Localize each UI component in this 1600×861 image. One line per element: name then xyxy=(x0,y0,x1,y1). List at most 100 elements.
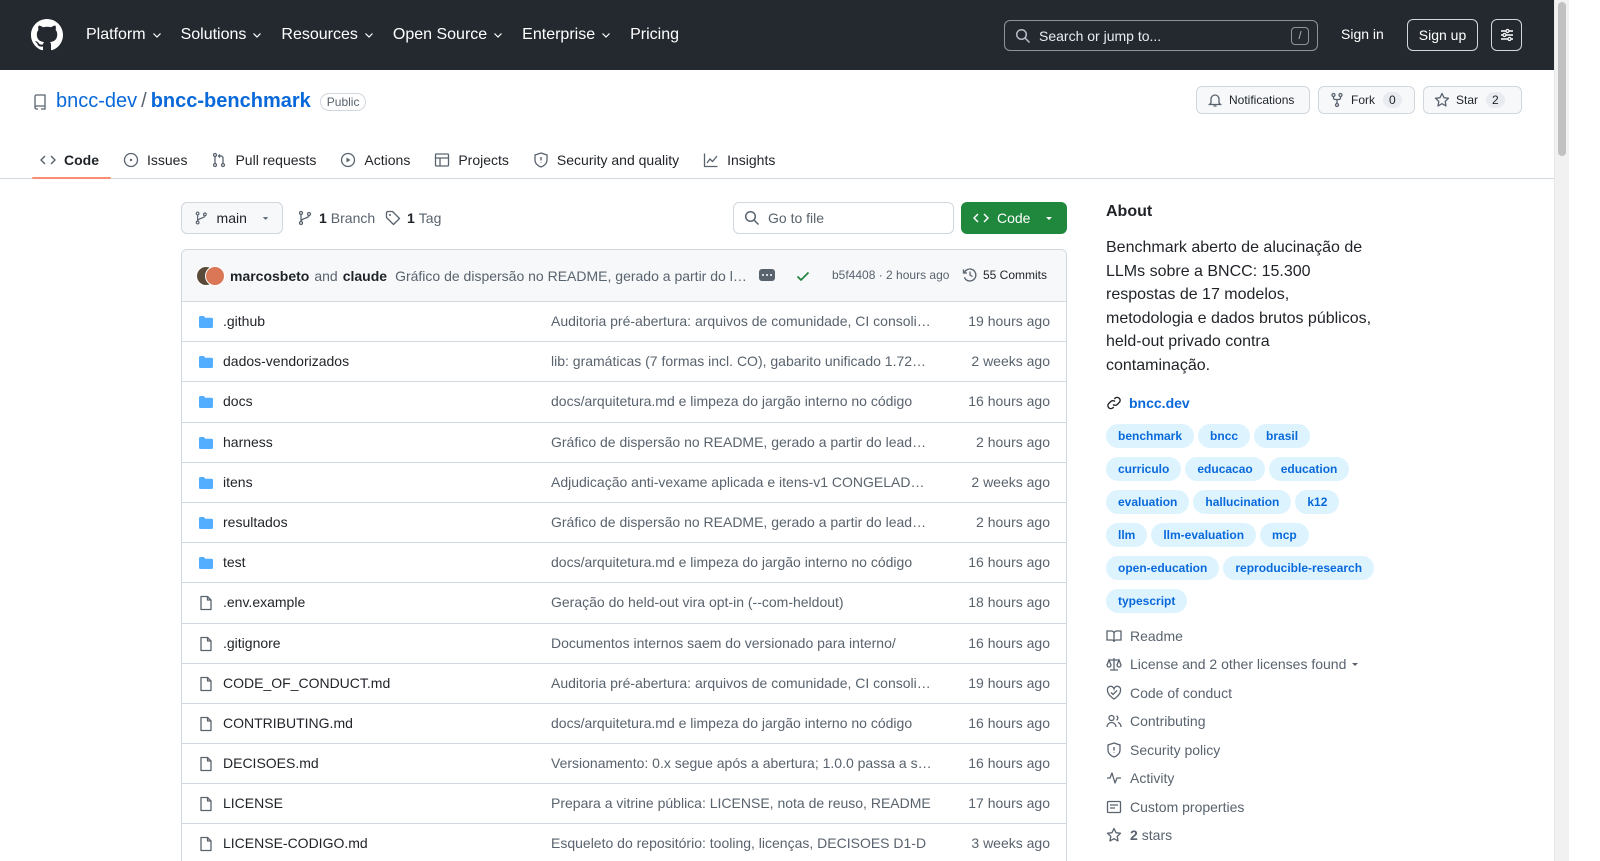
file-name-link[interactable]: harness xyxy=(223,434,273,450)
readme-link[interactable]: Readme xyxy=(1106,622,1386,651)
branch-select-button[interactable]: main xyxy=(181,202,283,234)
contributing-link[interactable]: Contributing xyxy=(1106,707,1386,736)
branches-link[interactable]: 1 Branch xyxy=(297,210,375,226)
settings-menu-button[interactable] xyxy=(1491,19,1522,51)
file-commit-message-link[interactable]: Auditoria pré-abertura: arquivos de comu… xyxy=(551,313,933,329)
tab-insights[interactable]: Insights xyxy=(695,142,787,177)
website-link[interactable]: bncc.dev xyxy=(1106,395,1386,411)
sign-up-button[interactable]: Sign up xyxy=(1407,19,1478,51)
file-commit-message-link[interactable]: docs/arquitetura.md e limpeza do jargão … xyxy=(551,554,933,570)
repo-owner-link[interactable]: bncc-dev xyxy=(56,90,137,113)
table-row[interactable]: CONTRIBUTING.md docs/arquitetura.md e lim… xyxy=(182,704,1066,745)
file-name-link[interactable]: resultados xyxy=(223,514,288,530)
topic-tag[interactable]: open-education xyxy=(1106,555,1220,580)
file-name-link[interactable]: LICENSE xyxy=(223,795,283,811)
tab-projects[interactable]: Projects xyxy=(426,142,521,177)
scrollbar-thumb[interactable] xyxy=(1558,2,1566,156)
topic-tag[interactable]: typescript xyxy=(1106,588,1188,613)
nav-resources[interactable]: Resources xyxy=(281,26,374,44)
table-row[interactable]: itens Adjudicação anti-vexame aplicada e … xyxy=(182,463,1066,503)
file-commit-message-link[interactable]: Documentos internos saem do versionado p… xyxy=(551,635,933,651)
commit-coauthor-link[interactable]: claude xyxy=(343,268,387,284)
topic-tag[interactable]: bncc xyxy=(1198,423,1251,448)
table-row[interactable]: harness Gráfico de dispersão no README, g… xyxy=(182,423,1066,463)
tab-actions[interactable]: Actions xyxy=(332,142,422,177)
nav-platform[interactable]: Platform xyxy=(86,26,163,44)
avatar[interactable] xyxy=(205,265,225,286)
file-commit-message-link[interactable]: Adjudicação anti-vexame aplicada e itens… xyxy=(551,474,933,490)
file-name-link[interactable]: DECISOES.md xyxy=(223,755,319,771)
table-row[interactable]: .github Auditoria pré-abertura: arquivos … xyxy=(182,302,1066,343)
file-name-link[interactable]: CODE_OF_CONDUCT.md xyxy=(223,675,390,691)
nav-open-source[interactable]: Open Source xyxy=(393,26,504,44)
table-row[interactable]: CODE_OF_CONDUCT.md Auditoria pré-abertura… xyxy=(182,664,1066,704)
tab-issues[interactable]: Issues xyxy=(115,142,199,177)
topic-tag[interactable]: brasil xyxy=(1254,423,1311,448)
topic-tag[interactable]: k12 xyxy=(1295,489,1340,514)
star-button[interactable]: Star 2 xyxy=(1423,86,1522,114)
table-row[interactable]: docs docs/arquitetura.md e limpeza do jar… xyxy=(182,382,1066,423)
file-name-link[interactable]: .github xyxy=(223,313,265,329)
tab-code[interactable]: Code xyxy=(32,142,111,179)
file-name-link[interactable]: CONTRIBUTING.md xyxy=(223,715,353,731)
global-search-input[interactable]: Search or jump to... / xyxy=(1004,20,1318,51)
file-commit-message-link[interactable]: Prepara a vitrine pública: LICENSE, nota… xyxy=(551,795,933,811)
topic-tag[interactable]: reproducible-research xyxy=(1223,555,1375,580)
table-row[interactable]: .gitignore Documentos internos saem do ve… xyxy=(182,624,1066,664)
check-icon[interactable] xyxy=(795,268,811,284)
expand-commit-button[interactable] xyxy=(759,269,775,281)
table-row[interactable]: LICENSE-CODIGO.md Esqueleto do repositóri… xyxy=(182,824,1066,861)
table-row[interactable]: dados-vendorizados lib: gramáticas (7 for… xyxy=(182,342,1066,383)
file-commit-message-link[interactable]: docs/arquitetura.md e limpeza do jargão … xyxy=(551,393,933,409)
file-name-link[interactable]: LICENSE-CODIGO.md xyxy=(223,835,368,851)
notifications-button[interactable]: Notifications xyxy=(1196,86,1310,114)
topic-tag[interactable]: curriculo xyxy=(1106,456,1182,481)
topic-tag[interactable]: llm-evaluation xyxy=(1151,522,1257,547)
nav-solutions[interactable]: Solutions xyxy=(181,26,264,44)
repo-name-link[interactable]: bncc-benchmark xyxy=(151,90,311,113)
file-name-link[interactable]: test xyxy=(223,554,246,570)
file-commit-message-link[interactable]: Versionamento: 0.x segue após a abertura… xyxy=(551,755,933,771)
topic-tag[interactable]: llm xyxy=(1106,522,1148,547)
file-name-link[interactable]: dados-vendorizados xyxy=(223,353,349,369)
commits-history-link[interactable]: 55 Commits xyxy=(962,267,1047,283)
file-commit-message-link[interactable]: docs/arquitetura.md e limpeza do jargão … xyxy=(551,715,933,731)
github-logo-icon[interactable] xyxy=(31,19,63,51)
commit-message-link[interactable]: Gráfico de dispersão no README, gerado a… xyxy=(395,268,750,284)
file-commit-message-link[interactable]: Gráfico de dispersão no README, gerado a… xyxy=(551,434,933,450)
file-commit-message-link[interactable]: Geração do held-out vira opt-in (--com-h… xyxy=(551,594,933,610)
activity-link[interactable]: Activity xyxy=(1106,764,1386,793)
tags-link[interactable]: 1 Tag xyxy=(385,210,441,226)
license-link[interactable]: License and 2 other licenses found xyxy=(1106,650,1386,679)
custom-properties-link[interactable]: Custom properties xyxy=(1106,793,1386,822)
tab-security[interactable]: Security and quality xyxy=(525,142,691,177)
security-policy-link[interactable]: Security policy xyxy=(1106,736,1386,765)
table-row[interactable]: DECISOES.md Versionamento: 0.x segue após… xyxy=(182,744,1066,785)
file-commit-message-link[interactable]: Gráfico de dispersão no README, gerado a… xyxy=(551,514,933,530)
sign-in-link[interactable]: Sign in xyxy=(1341,26,1384,42)
file-commit-message-link[interactable]: Esqueleto do repositório: tooling, licen… xyxy=(551,835,933,851)
topic-tag[interactable]: evaluation xyxy=(1106,489,1190,514)
file-commit-message-link[interactable]: lib: gramáticas (7 formas incl. CO), gab… xyxy=(551,353,933,369)
commit-sha-time[interactable]: b5f4408 · 2 hours ago xyxy=(832,268,949,282)
stars-link[interactable]: 2 stars xyxy=(1106,821,1386,850)
nav-enterprise[interactable]: Enterprise xyxy=(522,26,612,44)
page-scrollbar[interactable] xyxy=(1554,0,1569,861)
fork-button[interactable]: Fork 0 xyxy=(1318,86,1415,114)
topic-tag[interactable]: education xyxy=(1268,456,1350,481)
table-row[interactable]: test docs/arquitetura.md e limpeza do jar… xyxy=(182,543,1066,584)
commit-author-link[interactable]: marcosbeto xyxy=(230,268,309,284)
table-row[interactable]: resultados Gráfico de dispersão no README… xyxy=(182,503,1066,544)
table-row[interactable]: LICENSE Prepara a vitrine pública: LICENS… xyxy=(182,784,1066,825)
topic-tag[interactable]: educacao xyxy=(1185,456,1265,481)
file-name-link[interactable]: itens xyxy=(223,474,253,490)
nav-pricing[interactable]: Pricing xyxy=(630,26,679,44)
tab-pull-requests[interactable]: Pull requests xyxy=(203,142,328,177)
topic-tag[interactable]: mcp xyxy=(1260,522,1309,547)
code-of-conduct-link[interactable]: Code of conduct xyxy=(1106,679,1386,708)
file-name-link[interactable]: .env.example xyxy=(223,594,305,610)
go-to-file-input[interactable]: Go to file xyxy=(733,202,954,234)
code-dropdown-button[interactable]: Code xyxy=(961,202,1067,234)
file-name-link[interactable]: docs xyxy=(223,393,253,409)
topic-tag[interactable]: hallucination xyxy=(1193,489,1292,514)
